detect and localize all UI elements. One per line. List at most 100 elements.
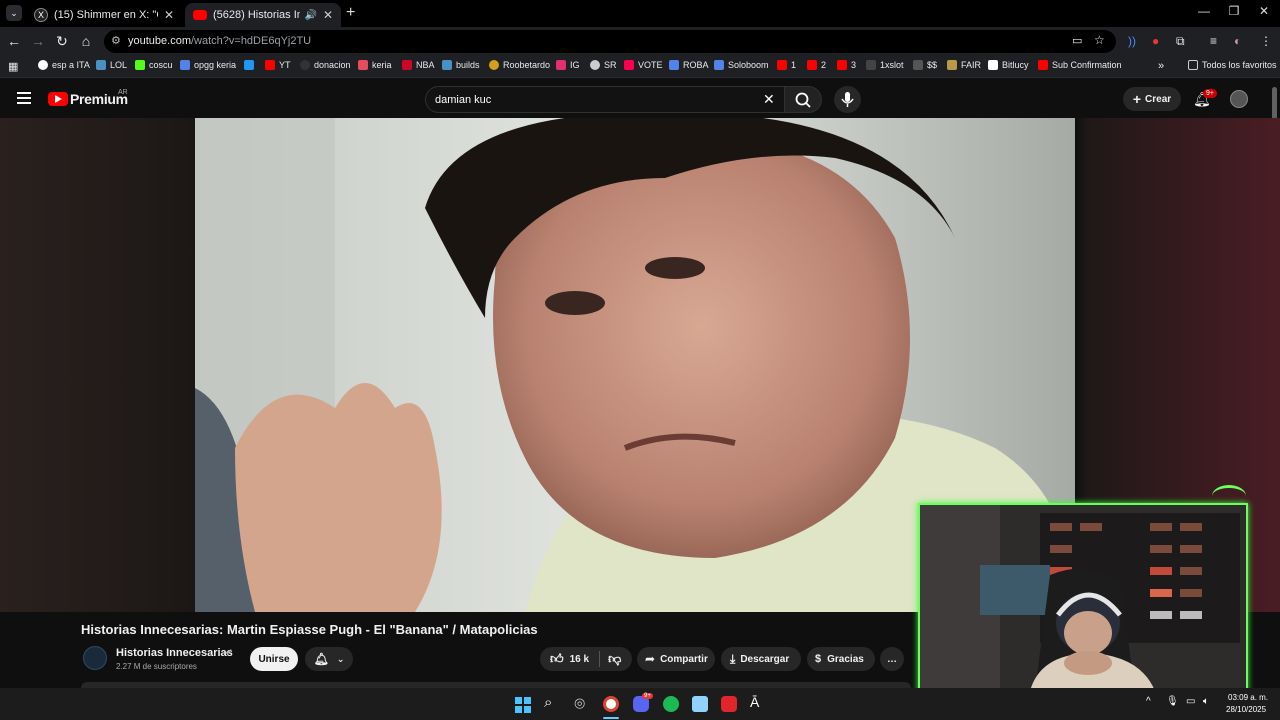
apps-grid-icon[interactable]: ▦	[8, 60, 18, 73]
browser-toolbar: ← → ↻ ⌂ ⚙ youtube.com/watch?v=hdDE6qYj2T…	[0, 27, 1280, 56]
clock-time[interactable]: 03:09 a. m.	[1228, 693, 1268, 702]
bookmark-item[interactable]: builds	[442, 60, 480, 70]
bookmark-item[interactable]: IG	[556, 60, 580, 70]
bookmark-item[interactable]: Bitlucy	[988, 60, 1029, 70]
bookmark-label: Todos los favoritos	[1202, 60, 1277, 70]
bookmark-item[interactable]: 1xslot	[866, 60, 904, 70]
hamburger-menu-icon[interactable]	[17, 92, 31, 104]
spotify-icon[interactable]	[663, 696, 679, 712]
download-button[interactable]: ⤓ Descargar	[721, 647, 801, 671]
site-info-icon[interactable]: ⚙	[111, 34, 121, 47]
bookmark-item[interactable]: 2	[807, 60, 826, 70]
network-icon[interactable]: ▭	[1186, 696, 1195, 707]
bookmark-label: LOL	[110, 60, 128, 70]
search-button[interactable]	[784, 86, 822, 113]
more-horizontal-icon: …	[887, 653, 897, 665]
tab-shimmer[interactable]: X (15) Shimmer en X: "GRAVES SU ✕	[26, 3, 182, 27]
bookmark-label: IG	[570, 60, 580, 70]
bookmark-item[interactable]: NBA	[402, 60, 435, 70]
search-input[interactable]: damian kuc ✕	[425, 86, 785, 113]
bookmark-item[interactable]: YT	[265, 60, 291, 70]
globe-icon	[96, 60, 106, 70]
bookmark-item[interactable]: VOTE	[624, 60, 663, 70]
bookmark-item[interactable]: ROBA	[669, 60, 709, 70]
volume-icon[interactable]: 🔈︎	[1203, 696, 1209, 707]
bookmark-item[interactable]: FAIR	[947, 60, 981, 70]
youtube-icon	[193, 10, 207, 20]
forward-icon[interactable]: →	[28, 33, 48, 49]
account-avatar[interactable]	[1230, 90, 1248, 108]
clock-date[interactable]: 28/10/2025	[1226, 705, 1266, 714]
youtube-logo-icon[interactable]	[48, 92, 68, 106]
app-red-icon[interactable]	[721, 696, 737, 712]
app-a-icon[interactable]: Ā	[750, 694, 759, 710]
home-icon[interactable]: ⌂	[76, 33, 96, 49]
channel-avatar[interactable]	[83, 646, 107, 670]
notepad-icon[interactable]	[692, 696, 708, 712]
minimize-icon[interactable]: —	[1188, 4, 1220, 18]
download-icon: ⤓	[730, 651, 736, 666]
extension-audio-icon[interactable]: ))	[1128, 34, 1136, 48]
extension-red-icon[interactable]: ●	[1152, 34, 1159, 48]
like-count[interactable]: 16 k	[570, 654, 589, 665]
back-icon[interactable]: ←	[4, 33, 24, 49]
bookmark-item[interactable]: coscu	[135, 60, 173, 70]
share-button[interactable]: ➦ Compartir	[637, 647, 715, 671]
dislike-icon[interactable]: 👎︎	[608, 651, 621, 667]
channel-name[interactable]: Historias Innecesarias	[116, 647, 233, 659]
reload-icon[interactable]: ↻	[52, 33, 72, 50]
search-icon[interactable]: ⌕	[544, 694, 552, 711]
bookmark-item[interactable]: opgg keria	[180, 60, 236, 70]
bookmark-item[interactable]: 3	[837, 60, 856, 70]
cast-icon[interactable]: ▭	[1072, 34, 1082, 47]
bookmark-item[interactable]: keria	[358, 60, 392, 70]
bookmark-item[interactable]: LOL	[96, 60, 127, 70]
tray-chevron-icon[interactable]: ^	[1146, 696, 1151, 707]
clear-search-icon[interactable]: ✕	[763, 91, 775, 108]
more-actions-button[interactable]: …	[880, 647, 904, 671]
chrome-icon[interactable]	[603, 696, 619, 712]
speaker-icon[interactable]: 🔊	[304, 10, 316, 21]
new-tab-icon[interactable]: +	[346, 4, 355, 22]
all-favorites-folder[interactable]: Todos los favoritos	[1188, 60, 1277, 70]
notifications-badge: 9+	[1203, 89, 1217, 98]
media-control-icon[interactable]: ≡	[1210, 34, 1217, 48]
bookmark-item[interactable]: 1	[777, 60, 796, 70]
bookmark-star-icon[interactable]: ☆	[1094, 33, 1105, 47]
bookmark-item[interactable]: SR	[590, 60, 617, 70]
address-bar[interactable]: ⚙ youtube.com/watch?v=hdDE6qYj2TU ▭ ☆	[104, 30, 1116, 53]
bookmark-item[interactable]: $$	[913, 60, 937, 70]
google-icon	[38, 60, 48, 70]
close-window-icon[interactable]: ✕	[1248, 4, 1280, 18]
microphone-icon[interactable]: 🎙︎	[1166, 696, 1179, 707]
restore-icon[interactable]: ❐	[1218, 4, 1250, 18]
folder-icon	[1188, 60, 1198, 70]
tab-historias[interactable]: (5628) Historias Innecesarias 🔊 ✕	[185, 3, 341, 27]
app-icon[interactable]: ◎	[574, 695, 585, 711]
profile-avatar[interactable]: ◐	[1234, 34, 1241, 48]
bookmark-label: NBA	[416, 60, 435, 70]
subscribe-notifications-button[interactable]: 🔔︎ ⌄	[305, 647, 353, 671]
join-label: Unirse	[258, 653, 290, 665]
voice-search-button[interactable]	[834, 86, 861, 113]
create-button[interactable]: + Crear	[1123, 87, 1181, 111]
more-bookmarks-icon[interactable]: »	[1158, 60, 1164, 72]
bookmark-item[interactable]: esp a ITA	[38, 60, 90, 70]
bookmark-item[interactable]: Soloboom	[714, 60, 769, 70]
bookmark-item[interactable]	[244, 60, 258, 70]
webcam-image	[920, 505, 1246, 691]
windows-start-icon[interactable]	[515, 697, 531, 713]
bookmark-item[interactable]: donacion	[300, 60, 351, 70]
close-tab-icon[interactable]: ✕	[164, 8, 174, 22]
x-logo-icon: X	[34, 8, 48, 22]
bookmark-item[interactable]: Sub Confirmation	[1038, 60, 1122, 70]
bookmark-label: 3	[851, 60, 857, 70]
menu-kebab-icon[interactable]: ⋮	[1260, 34, 1272, 48]
join-button[interactable]: Unirse	[250, 647, 298, 671]
tab-search-icon[interactable]: ⌄	[6, 5, 22, 21]
thanks-button[interactable]: $ Gracias	[807, 647, 875, 671]
like-icon[interactable]: 👍︎	[550, 651, 564, 667]
close-tab-icon[interactable]: ✕	[323, 8, 333, 22]
extensions-icon[interactable]: ⧉	[1176, 34, 1185, 49]
bookmark-item[interactable]: Roobetardo	[489, 60, 550, 70]
